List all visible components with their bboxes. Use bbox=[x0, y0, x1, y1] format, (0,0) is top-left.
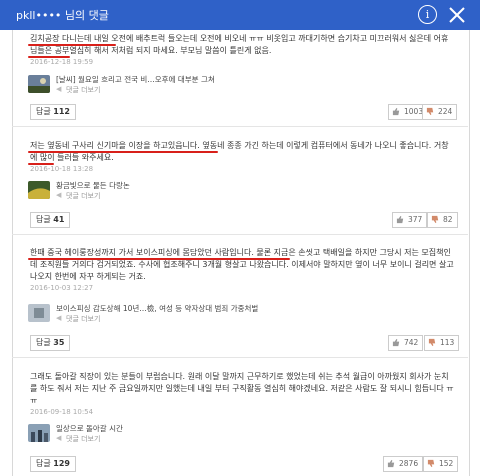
highlight-underline bbox=[28, 56, 70, 58]
thumbs-down-icon bbox=[426, 107, 434, 116]
reply-arrow-icon: ◀ bbox=[56, 191, 62, 199]
comment-actions: 답글 35 742 113 bbox=[30, 335, 460, 351]
dialog-header: pkll•••• 님의 댓글 i bbox=[0, 0, 480, 30]
reply-button[interactable]: 답글 112 bbox=[30, 104, 76, 120]
close-icon[interactable] bbox=[446, 4, 468, 26]
highlight-underline bbox=[28, 151, 218, 153]
related-article[interactable]: 일상으로 돌아갈 시간 ◀ 댓글 더보기 bbox=[28, 423, 408, 447]
like-button[interactable]: 377 bbox=[392, 212, 428, 228]
thumbs-down-icon bbox=[428, 338, 436, 347]
divider bbox=[12, 357, 468, 358]
comment-actions: 답글 112 1003 224 bbox=[30, 104, 458, 120]
like-button[interactable]: 742 bbox=[388, 335, 424, 351]
comment-item: 저는 옆동네 구사리 신기마을 이장을 하고있읍니다. 옆동네 종종 가긴 하는… bbox=[30, 140, 454, 173]
dialog-title: pkll•••• 님의 댓글 bbox=[16, 9, 109, 22]
thumbs-down-icon bbox=[431, 215, 439, 224]
article-title[interactable]: 일상으로 돌아갈 시간 bbox=[56, 423, 123, 434]
info-icon[interactable]: i bbox=[418, 5, 437, 24]
more-comments-link[interactable]: 댓글 더보기 bbox=[66, 85, 100, 95]
reply-button[interactable]: 답글 129 bbox=[30, 456, 76, 472]
dislike-button[interactable]: 152 bbox=[423, 456, 459, 472]
comment-text: 한때 중국 헤이룽장성까지 가서 보이스피싱에 몸담았던 사람입니다. 물론 지… bbox=[30, 248, 454, 281]
reply-button[interactable]: 답글 35 bbox=[30, 335, 71, 351]
thumbs-up-icon bbox=[392, 338, 400, 347]
dislike-button[interactable]: 113 bbox=[424, 335, 460, 351]
related-article[interactable]: [날씨] 월요일 흐리고 전국 비…오후에 대부분 그쳐 ◀ 댓글 더보기 bbox=[28, 74, 408, 98]
more-comments-link[interactable]: 댓글 더보기 bbox=[66, 314, 100, 324]
thumbs-up-icon bbox=[392, 107, 400, 116]
comment-item: 한때 중국 헤이룽장성까지 가서 보이스피싱에 몸담았던 사람입니다. 물론 지… bbox=[30, 247, 454, 292]
like-button[interactable]: 2876 bbox=[383, 456, 424, 472]
reply-arrow-icon: ◀ bbox=[56, 85, 62, 93]
article-title[interactable]: 보이스피싱 감도상해 10년…檢, 여성 등 약자상대 범죄 가중처벌 bbox=[56, 303, 258, 314]
comment-date: 2016-10-03 12:27 bbox=[30, 284, 94, 292]
highlight-underline bbox=[28, 258, 290, 260]
related-article[interactable]: 보이스피싱 감도상해 10년…檢, 여성 등 약자상대 범죄 가중처벌 ◀ 댓글… bbox=[28, 303, 408, 327]
reply-button[interactable]: 답글 41 bbox=[30, 212, 71, 228]
comment-date: 2016-09-18 10:54 bbox=[30, 408, 94, 416]
comment-item: 김치공장 다니는데 내일 오전에 배추트럭 들오는데 오전에 비오네 ㅠㅠ 비옷… bbox=[30, 33, 454, 66]
comment-text: 그래도 돌아갈 직장이 있는 분들이 부럽습니다. 원래 이달 말까지 근무하기… bbox=[30, 372, 454, 405]
thumbs-up-icon bbox=[387, 459, 395, 468]
more-comments-link[interactable]: 댓글 더보기 bbox=[66, 434, 100, 444]
divider bbox=[12, 234, 468, 235]
article-thumbnail bbox=[28, 304, 50, 322]
article-title[interactable]: 황금빛으로 물든 다랑논 bbox=[56, 180, 130, 191]
comment-item: 그래도 돌아갈 직장이 있는 분들이 부럽습니다. 원래 이달 말까지 근무하기… bbox=[30, 371, 454, 416]
reply-arrow-icon: ◀ bbox=[56, 434, 62, 442]
dislike-button[interactable]: 82 bbox=[427, 212, 458, 228]
article-title[interactable]: [날씨] 월요일 흐리고 전국 비…오후에 대부분 그쳐 bbox=[56, 74, 215, 85]
article-thumbnail bbox=[28, 181, 50, 199]
article-thumbnail bbox=[28, 424, 50, 442]
comment-actions: 답글 129 2876 152 bbox=[30, 456, 459, 472]
dislike-button[interactable]: 224 bbox=[422, 104, 458, 120]
thumbs-up-icon bbox=[396, 215, 404, 224]
comment-actions: 답글 41 377 82 bbox=[30, 212, 458, 228]
thumbs-down-icon bbox=[427, 459, 435, 468]
comment-date: 2016-12-18 19:59 bbox=[30, 58, 94, 66]
highlight-underline bbox=[28, 44, 116, 46]
divider bbox=[12, 126, 468, 127]
more-comments-link[interactable]: 댓글 더보기 bbox=[66, 191, 100, 201]
related-article[interactable]: 황금빛으로 물든 다랑논 ◀ 댓글 더보기 bbox=[28, 180, 408, 204]
comment-date: 2016-10-18 13:28 bbox=[30, 165, 94, 173]
article-thumbnail bbox=[28, 75, 50, 93]
reply-arrow-icon: ◀ bbox=[56, 314, 62, 322]
highlight-underline bbox=[28, 163, 54, 165]
